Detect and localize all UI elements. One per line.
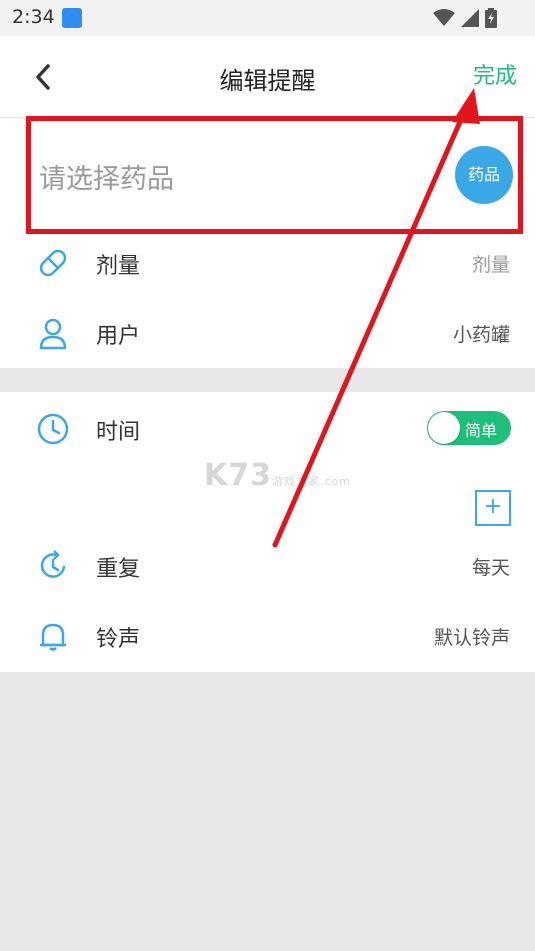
user-value: 小药罐	[452, 324, 510, 346]
repeat-value: 每天	[471, 557, 510, 579]
toggle-label: 简单	[465, 421, 498, 440]
watermark-sub: 游戏之家	[272, 475, 320, 488]
done-button[interactable]: 完成	[473, 58, 517, 90]
repeat-icon	[40, 550, 66, 578]
clock-icon	[37, 413, 69, 445]
time-label: 时间	[96, 420, 141, 445]
medicine-select[interactable]: 请选择药品 药品	[26, 116, 523, 234]
ringtone-value: 默认铃声	[433, 627, 510, 649]
user-label: 用户	[96, 324, 141, 349]
watermark-logo: K73	[204, 458, 272, 493]
wifi-icon	[433, 9, 455, 26]
app-notification-icon	[62, 8, 82, 28]
dosage-value: 剂量	[471, 254, 510, 276]
ringtone-label: 铃声	[96, 627, 141, 652]
schedule-card: 时间 简单 + 重复 每天 铃声 默认铃声	[0, 392, 535, 672]
dosage-label: 剂量	[96, 254, 141, 279]
dosage-row[interactable]: 剂量 剂量	[0, 234, 535, 290]
medicine-badge-button[interactable]: 药品	[455, 146, 513, 204]
add-time-button[interactable]: +	[475, 490, 511, 526]
nav-bar: 编辑提醒 完成	[0, 36, 535, 118]
status-bar: 2:34	[0, 0, 535, 36]
repeat-label: 重复	[96, 557, 141, 582]
status-icons	[433, 7, 497, 29]
repeat-row[interactable]: 重复 每天	[0, 537, 535, 593]
medicine-placeholder: 请选择药品	[39, 164, 174, 195]
cell-signal-icon	[461, 9, 479, 27]
pill-icon	[39, 249, 67, 277]
user-row[interactable]: 用户 小药罐	[0, 304, 535, 360]
status-time: 2:34	[12, 6, 55, 28]
bell-icon	[40, 623, 66, 651]
toggle-knob	[428, 412, 460, 444]
watermark: K73游戏之家.com	[204, 458, 351, 493]
simple-mode-toggle[interactable]: 简单	[427, 411, 511, 445]
battery-icon	[485, 8, 497, 28]
ringtone-row[interactable]: 铃声 默认铃声	[0, 607, 535, 663]
page-title: 编辑提醒	[219, 67, 316, 95]
watermark-dotcom: .com	[320, 475, 351, 488]
user-icon	[39, 318, 67, 350]
